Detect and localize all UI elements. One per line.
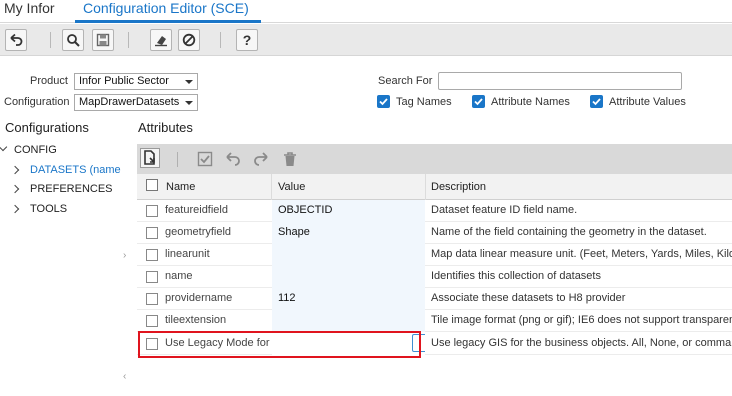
cell-value[interactable]: OBJECTID — [272, 200, 425, 222]
checkmark-icon — [379, 98, 388, 106]
help-button[interactable]: ? — [236, 29, 258, 51]
select-all-checkbox[interactable] — [146, 179, 158, 191]
cancel-button[interactable] — [178, 29, 200, 51]
tree-item-datasets[interactable]: DATASETS (name — [30, 164, 121, 176]
table-row[interactable]: geometryfield Shape Name of the field co… — [137, 222, 732, 244]
cell-description: Associate these datasets to H8 provider — [431, 292, 626, 304]
cell-description: Tile image format (png or gif); IE6 does… — [431, 314, 732, 326]
search-input[interactable] — [438, 72, 682, 90]
attributes-title: Attributes — [138, 120, 193, 135]
chevron-right-icon[interactable] — [10, 184, 20, 194]
attributes-toolbar — [137, 144, 732, 174]
cell-name: name — [165, 270, 193, 282]
attribute-values-checkbox[interactable] — [590, 95, 603, 108]
highlight-box — [138, 331, 421, 358]
tag-names-label: Tag Names — [396, 96, 452, 108]
row-checkbox[interactable] — [146, 249, 158, 261]
cell-value[interactable] — [272, 266, 425, 288]
checkmark-icon — [592, 98, 601, 106]
table-row[interactable]: featureidfield OBJECTID Dataset feature … — [137, 200, 732, 222]
cell-name: tileextension — [165, 314, 227, 326]
undo-icon — [10, 33, 23, 46]
clear-button[interactable] — [150, 29, 172, 51]
main-toolbar: ? — [0, 24, 732, 56]
tree-item-preferences[interactable]: PREFERENCES — [30, 183, 113, 195]
search-icon — [67, 34, 80, 47]
paste-icon — [144, 150, 155, 165]
help-icon: ? — [242, 32, 252, 48]
tag-names-checkbox[interactable] — [377, 95, 390, 108]
toolbar-separator — [177, 152, 178, 167]
cell-value[interactable]: Shape — [272, 222, 425, 244]
tree-item-tools[interactable]: TOOLS — [30, 203, 67, 215]
configuration-select-value: MapDrawerDatasets — [79, 96, 180, 108]
column-header-name[interactable]: Name — [166, 181, 195, 193]
checkmark-icon — [474, 98, 483, 106]
attribute-values-label: Attribute Values — [609, 96, 686, 108]
chevron-right-icon[interactable] — [10, 165, 20, 175]
search-button[interactable] — [62, 29, 84, 51]
tree-item-config[interactable]: CONFIG — [14, 144, 57, 156]
undo-button[interactable] — [5, 29, 27, 51]
configuration-select[interactable]: MapDrawerDatasets — [74, 94, 198, 111]
chevron-down-icon — [185, 80, 193, 84]
redo-icon[interactable] — [253, 151, 269, 167]
eraser-icon — [155, 36, 167, 47]
cell-description: Name of the field containing the geometr… — [431, 226, 707, 238]
collapse-arrow-icon[interactable]: › — [123, 250, 126, 261]
cell-name: linearunit — [165, 248, 210, 260]
column-header-value[interactable]: Value — [278, 181, 305, 193]
configuration-label: Configuration — [4, 96, 70, 108]
cancel-icon — [182, 33, 196, 47]
cell-value[interactable] — [272, 310, 425, 332]
row-checkbox[interactable] — [146, 227, 158, 239]
cell-name: providername — [165, 292, 233, 304]
column-header-description[interactable]: Description — [431, 181, 486, 193]
search-input-value — [439, 75, 443, 87]
cell-name: featureidfield — [165, 204, 228, 216]
column-divider — [425, 174, 426, 200]
active-tab-indicator — [75, 20, 261, 23]
cell-value[interactable]: 112 — [272, 288, 425, 310]
toolbar-separator — [50, 32, 51, 48]
chevron-down-icon — [185, 101, 193, 105]
attributes-grid-header: Name Value Description — [137, 174, 732, 200]
attribute-names-label: Attribute Names — [491, 96, 570, 108]
product-select[interactable]: Infor Public Sector — [74, 73, 198, 90]
table-row[interactable]: name Identifies this collection of datas… — [137, 266, 732, 288]
toolbar-separator — [128, 32, 129, 48]
column-divider — [271, 174, 272, 200]
trash-icon[interactable] — [282, 151, 298, 167]
save-button[interactable] — [92, 29, 114, 51]
configurations-title: Configurations — [5, 120, 89, 135]
check-icon[interactable] — [197, 151, 213, 167]
product-label: Product — [30, 75, 68, 87]
row-checkbox[interactable] — [146, 293, 158, 305]
cell-description: Identifies this collection of datasets — [431, 270, 601, 282]
product-select-value: Infor Public Sector — [79, 75, 169, 87]
save-icon — [96, 33, 110, 47]
attribute-names-checkbox[interactable] — [472, 95, 485, 108]
tab-my-infor[interactable]: My Infor — [4, 0, 55, 23]
row-checkbox[interactable] — [146, 315, 158, 327]
scroll-left-icon[interactable]: ‹ — [123, 371, 126, 382]
cell-description: Map data linear measure unit. (Feet, Met… — [431, 248, 732, 260]
table-row[interactable]: linearunit Map data linear measure unit.… — [137, 244, 732, 266]
tab-bar: My Infor Configuration Editor (SCE) — [0, 0, 732, 23]
undo-icon[interactable] — [225, 151, 241, 167]
cell-value[interactable] — [272, 244, 425, 266]
toolbar-separator — [220, 32, 221, 48]
search-for-label: Search For — [378, 75, 433, 87]
chevron-down-icon[interactable] — [0, 142, 8, 152]
table-row[interactable]: tileextension Tile image format (png or … — [137, 310, 732, 332]
cell-description: Use legacy GIS for the business objects.… — [431, 337, 732, 349]
cell-name: geometryfield — [165, 226, 232, 238]
table-row[interactable]: providername 112 Associate these dataset… — [137, 288, 732, 310]
chevron-right-icon[interactable] — [10, 204, 20, 214]
row-checkbox[interactable] — [146, 205, 158, 217]
paste-button[interactable] — [140, 148, 160, 168]
row-checkbox[interactable] — [146, 271, 158, 283]
cell-description: Dataset feature ID field name. — [431, 204, 578, 216]
